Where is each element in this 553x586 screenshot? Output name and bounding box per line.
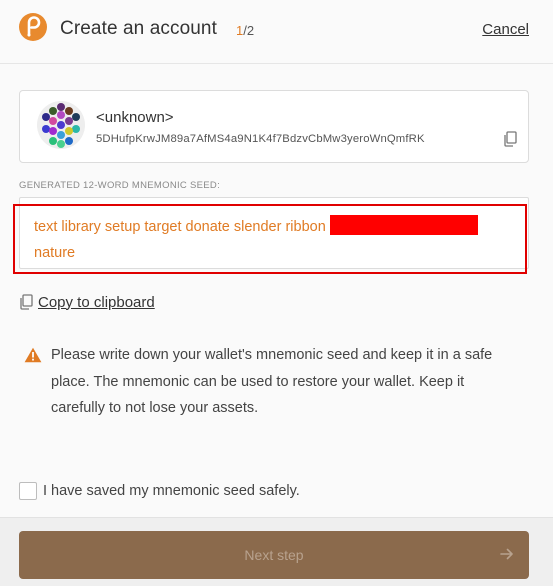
saved-seed-label: I have saved my mnemonic seed safely.: [43, 483, 300, 499]
seed-words-line2: nature: [34, 245, 76, 261]
step-total: /2: [243, 23, 255, 38]
seed-words-line1: text library setup target donate slender…: [34, 219, 326, 235]
copy-icon: [20, 294, 33, 310]
mnemonic-seed: text library setup target donate slender…: [34, 214, 514, 266]
next-step-label: Next step: [244, 547, 304, 563]
warning-triangle-icon: [24, 347, 42, 363]
warning-text: Please write down your wallet's mnemonic…: [51, 347, 493, 416]
polkadot-identicon: [37, 101, 85, 149]
page-title: Create an account: [60, 18, 217, 39]
saved-seed-checkbox[interactable]: [19, 482, 37, 500]
header: Create an account 1/2 Cancel: [0, 0, 553, 64]
arrow-right-icon: [500, 548, 513, 560]
seed-label: GENERATED 12-WORD MNEMONIC SEED:: [19, 180, 221, 191]
account-card: <unknown> 5DHufpKrwJM89a7AfMS4a9N1K4f7Bd…: [19, 90, 529, 163]
step-indicator: 1/2: [236, 23, 254, 38]
polkadot-logo-icon: [19, 13, 47, 41]
account-name: <unknown>: [96, 109, 174, 126]
next-step-button[interactable]: Next step: [19, 531, 529, 579]
account-address: 5DHufpKrwJM89a7AfMS4a9N1K4f7BdzvCbMw3yer…: [96, 133, 425, 145]
redaction-bar: [329, 215, 478, 235]
copy-to-clipboard-button[interactable]: Copy to clipboard: [19, 292, 155, 312]
saved-seed-checkbox-row[interactable]: I have saved my mnemonic seed safely.: [19, 482, 300, 500]
copy-icon[interactable]: [503, 131, 517, 147]
copy-to-clipboard-label: Copy to clipboard: [38, 293, 155, 311]
cancel-link[interactable]: Cancel: [482, 21, 529, 38]
